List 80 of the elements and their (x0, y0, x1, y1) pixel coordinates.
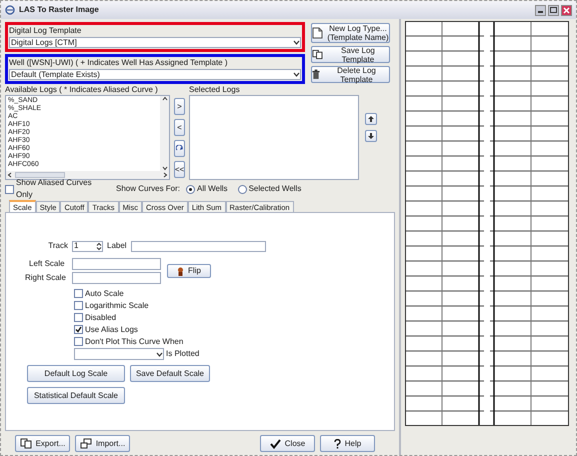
checkbox-label: Use Alias Logs (85, 324, 138, 336)
label-input[interactable] (130, 240, 266, 252)
field-label: Track (47, 240, 69, 252)
horizontal-scrollbar[interactable] (6, 171, 169, 179)
vertical-scrollbar[interactable] (160, 96, 169, 171)
list-label: Selected Logs (189, 85, 241, 95)
template-button[interactable]: Save Log Template (311, 46, 390, 63)
footer-button[interactable]: Export... (15, 435, 70, 452)
plotted-label: Is Plotted (166, 348, 200, 360)
scroll-thumb[interactable] (15, 172, 65, 178)
scale-button[interactable]: Save Default Scale (130, 365, 210, 382)
checkbox-label: Disabled (85, 312, 116, 324)
checkbox-label: Don't Plot This Curve When (85, 336, 184, 348)
computer-icon (80, 438, 92, 449)
template-button[interactable]: Delete Log Template (311, 66, 390, 83)
transfer-button[interactable]: < (174, 119, 185, 136)
checkbox[interactable] (74, 289, 83, 298)
footer-button[interactable]: Import... (75, 435, 130, 452)
help-icon (334, 438, 341, 448)
maximize-icon (550, 7, 557, 13)
group-label: Well ([WSN]-UWI) ( + Indicates Well Has Assigned Template ) (9, 57, 229, 69)
chevron-down-icon (293, 72, 300, 77)
checkbox[interactable] (74, 325, 83, 334)
flip-button[interactable]: Flip (167, 264, 211, 278)
left-scale-input[interactable] (72, 258, 161, 270)
checkbox[interactable] (74, 301, 83, 310)
chevron-down-icon (162, 166, 168, 171)
footer-button[interactable]: Help (320, 435, 375, 452)
arrow-down-icon (368, 133, 374, 139)
checkbox[interactable] (5, 184, 14, 194)
transfer-button[interactable]: > (174, 98, 185, 115)
checkbox[interactable] (74, 337, 83, 346)
chevron-down-icon (156, 352, 163, 356)
document-icon (312, 27, 324, 39)
trash-icon (312, 69, 320, 80)
chevron-down-icon (293, 40, 300, 45)
minimize-icon (538, 10, 543, 12)
transfer-button[interactable]: << (174, 161, 185, 178)
move-down-button[interactable] (365, 130, 377, 142)
field-label: Left Scale (28, 258, 66, 270)
chevron-up-icon (162, 96, 168, 101)
footer-button[interactable]: Close (260, 435, 315, 452)
radio-button[interactable] (186, 184, 196, 194)
app-icon (5, 5, 15, 15)
right-scale-input[interactable] (72, 272, 161, 284)
checkbox-label: Logarithmic Scale (85, 300, 149, 312)
transfer-button[interactable] (174, 140, 185, 157)
move-up-button[interactable] (365, 113, 377, 125)
maximize-button[interactable] (548, 4, 559, 16)
plot-dropdown[interactable] (74, 348, 164, 360)
template-dropdown[interactable]: Digital Logs [CTM] (9, 37, 301, 48)
checkbox-label: Show Aliased Curves Only (16, 177, 93, 201)
documents-icon (312, 49, 323, 60)
checkbox[interactable] (74, 313, 83, 322)
chevron-right-icon (163, 172, 168, 178)
group-label: Digital Log Template (9, 25, 82, 37)
radio-button[interactable] (238, 184, 247, 194)
field-label: Label (106, 240, 128, 252)
radio-label: All Wells (197, 183, 228, 195)
field-label: Right Scale (24, 272, 67, 284)
list-label: Available Logs ( * Indicates Aliased Curve ) (5, 85, 159, 95)
checkmark-icon (270, 438, 281, 448)
checkbox-label: Auto Scale (85, 288, 124, 300)
close-button[interactable] (561, 4, 572, 16)
template-button[interactable]: New Log Type... (Template Name) (311, 23, 390, 43)
scale-button[interactable]: Default Log Scale (27, 365, 125, 382)
spinner-arrows-icon (96, 242, 102, 250)
well-dropdown[interactable]: Default (Template Exists) (9, 69, 301, 80)
documents-icon (20, 438, 32, 449)
radio-label: Selected Wells (248, 183, 302, 195)
show-curves-label: Show Curves For: (116, 183, 180, 195)
loop-arrow-icon (176, 145, 184, 152)
close-icon (563, 6, 570, 14)
window-title: LAS To Raster Image (19, 4, 99, 16)
figure-icon (177, 266, 184, 276)
chevron-left-icon (7, 172, 12, 178)
track-spinner[interactable]: 1 (72, 240, 103, 252)
arrow-up-icon (368, 116, 374, 122)
minimize-button[interactable] (535, 4, 546, 16)
scale-button[interactable]: Statistical Default Scale (27, 387, 125, 404)
